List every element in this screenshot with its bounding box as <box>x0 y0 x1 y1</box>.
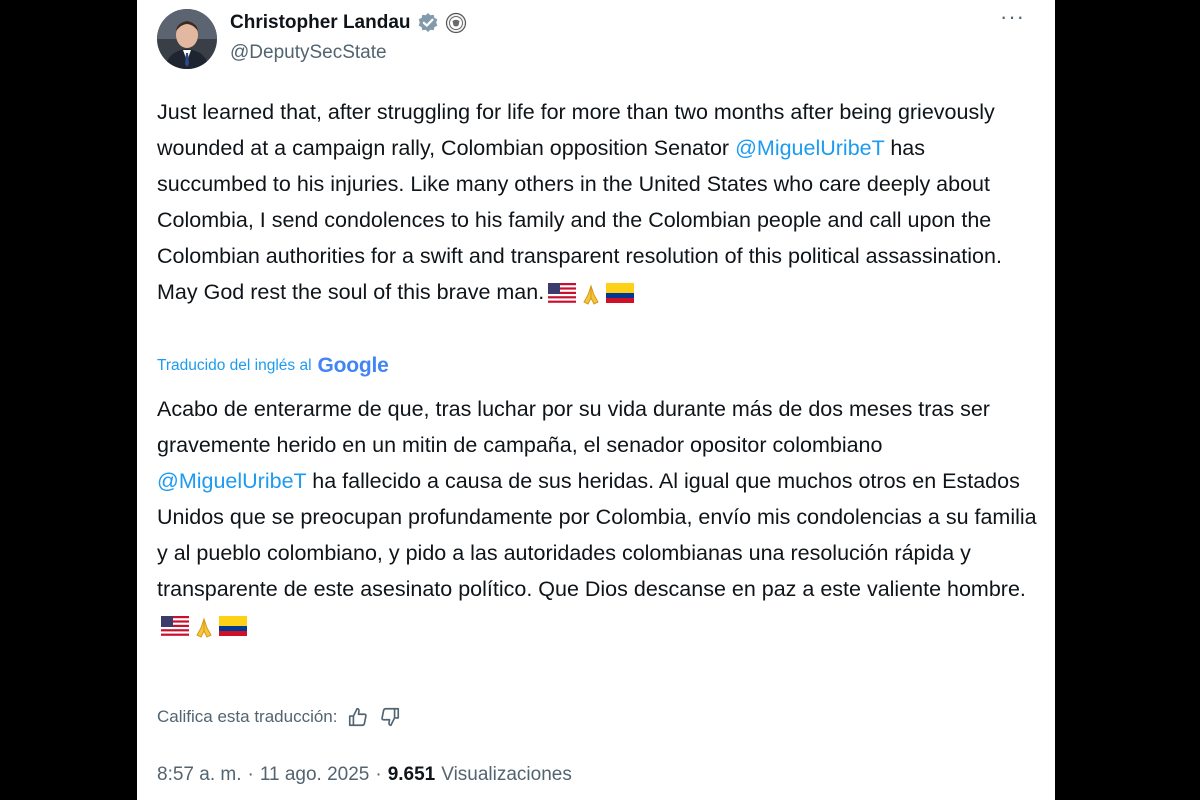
views-count: 9.651 <box>387 764 436 785</box>
thumbs-up-icon[interactable] <box>347 706 369 728</box>
thumbs-down-icon[interactable] <box>379 706 401 728</box>
author-handle[interactable]: @DeputySecState <box>230 42 387 64</box>
author-name-row: Christopher Landau <box>230 10 467 36</box>
tweet-date[interactable]: 11 ago. 2025 <box>260 764 370 786</box>
meta-separator: · <box>247 764 254 785</box>
us-flag-emoji-icon <box>161 616 189 636</box>
original-text-part-2: has succumbed to his injuries. Like many… <box>157 136 1002 304</box>
translated-text-part-1: Acabo de enterarme de que, tras luchar p… <box>157 397 990 457</box>
tweet-meta: 8:57 a. m. · 11 ago. 2025 · 9.651 Visual… <box>157 762 572 788</box>
folded-hands-emoji-icon <box>583 284 599 305</box>
colombia-flag-emoji-icon <box>219 616 247 636</box>
views-label: Visualizaciones <box>441 764 572 785</box>
profile-photo-icon <box>157 9 217 69</box>
avatar[interactable] <box>157 9 217 69</box>
mention-link-translated[interactable]: @MiguelUribeT <box>157 469 306 493</box>
rate-translation-row: Califica esta traducción: <box>157 703 401 731</box>
tweet-original-text: Just learned that, after struggling for … <box>157 94 1037 310</box>
folded-hands-emoji-icon <box>196 617 212 638</box>
emoji-group-translated <box>161 616 247 640</box>
translation-attribution: Traducido del inglés al Google <box>157 352 389 380</box>
us-flag-emoji-icon <box>548 283 577 303</box>
colombia-flag-emoji-icon <box>606 283 635 303</box>
verified-badge-icon <box>417 12 439 34</box>
emoji-group <box>548 283 635 307</box>
tweet-time[interactable]: 8:57 a. m. <box>157 764 242 786</box>
tweet-translated-text: Acabo de enterarme de que, tras luchar p… <box>157 391 1037 643</box>
meta-separator: · <box>375 764 382 785</box>
google-logo: Google <box>317 354 389 377</box>
rate-translation-label: Califica esta traducción: <box>157 707 338 726</box>
translation-label: Traducido del inglés al <box>157 357 312 374</box>
mention-link[interactable]: @MiguelUribeT <box>735 136 884 160</box>
more-options-icon[interactable]: ··· <box>1000 6 1025 28</box>
tweet-card: Christopher Landau @DeputySecState ··· J… <box>137 0 1055 800</box>
author-display-name[interactable]: Christopher Landau <box>230 12 411 34</box>
government-affiliation-icon[interactable] <box>445 12 467 34</box>
